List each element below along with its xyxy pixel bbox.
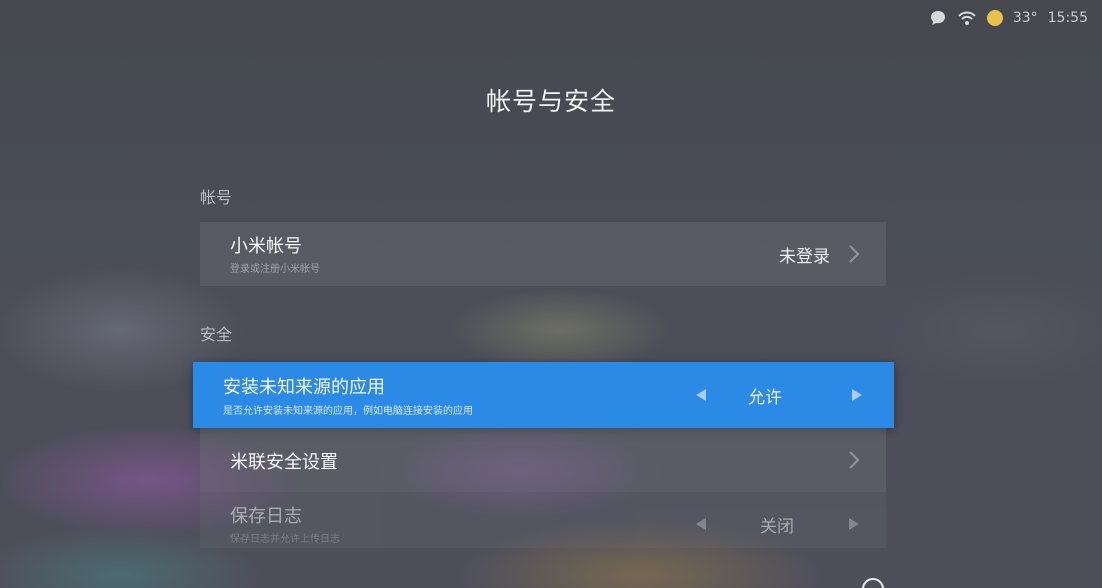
triangle-right-icon[interactable] [851, 387, 863, 406]
triangle-left-icon[interactable] [695, 387, 707, 406]
unknown-sources-row[interactable]: 安装未知来源的应用 是否允许安装未知来源的应用，例如电脑连接安装的应用 允许 [193, 362, 894, 428]
clock: 15:55 [1047, 10, 1088, 26]
triangle-left-icon[interactable] [695, 516, 707, 535]
row-title: 米联安全设置 [230, 452, 338, 473]
status-bar: 33° 15:55 [929, 9, 1088, 27]
section-label-account: 帐号 [200, 188, 233, 207]
save-log-value: 关闭 [760, 517, 794, 537]
row-title: 小米帐号 [230, 236, 302, 257]
row-subtitle: 保存日志并允许上传日志 [230, 534, 340, 545]
chevron-right-icon [848, 244, 860, 268]
xiaomi-account-row[interactable]: 小米帐号 登录或注册小米帐号 未登录 [200, 222, 886, 286]
milian-security-row[interactable]: 米联安全设置 [200, 428, 886, 492]
row-subtitle: 登录或注册小米帐号 [230, 264, 320, 275]
message-icon [929, 9, 947, 27]
login-status: 未登录 [779, 247, 830, 267]
row-subtitle: 是否允许安装未知来源的应用，例如电脑连接安装的应用 [223, 406, 473, 417]
save-log-row[interactable]: 保存日志 保存日志并允许上传日志 关闭 [200, 492, 886, 548]
chevron-right-icon [848, 450, 860, 474]
section-label-security: 安全 [200, 325, 233, 344]
page-title: 帐号与安全 [485, 87, 616, 116]
wifi-icon [957, 10, 977, 26]
temperature: 33° [1012, 10, 1038, 26]
weather-sun-icon [986, 10, 1003, 26]
triangle-right-icon[interactable] [848, 516, 860, 535]
row-title: 保存日志 [230, 506, 302, 527]
row-title: 安装未知来源的应用 [223, 377, 385, 398]
unknown-sources-value: 允许 [748, 388, 782, 408]
